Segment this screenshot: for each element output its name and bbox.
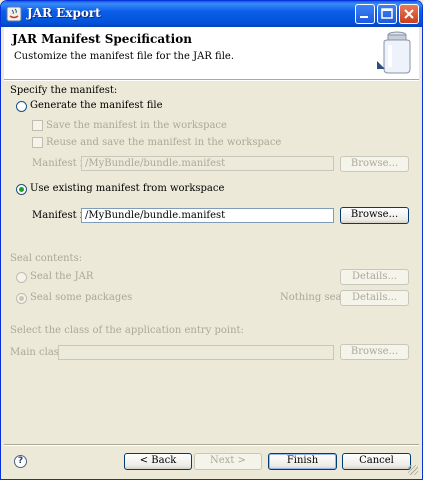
- close-button[interactable]: [399, 4, 419, 24]
- minimize-button[interactable]: [355, 4, 375, 24]
- title-bar[interactable]: JAR Export: [1, 1, 422, 27]
- next-button[interactable]: Next >: [194, 453, 262, 470]
- maximize-icon: [381, 8, 393, 19]
- minimize-icon: [360, 16, 368, 18]
- jar-icon: [377, 31, 411, 74]
- entry-point-label: Select the class of the application entr…: [10, 325, 244, 336]
- maximize-button[interactable]: [377, 4, 397, 24]
- seal-some-packages-label: Seal some packages: [30, 292, 133, 303]
- cancel-button[interactable]: Cancel: [342, 453, 411, 470]
- main-class-field[interactable]: [58, 345, 334, 360]
- wizard-banner: JAR Manifest Specification Customize the…: [4, 27, 419, 79]
- existing-manifest-file-field[interactable]: /MyBundle/bundle.manifest: [81, 208, 334, 223]
- back-button[interactable]: < Back: [124, 453, 192, 470]
- window-title: JAR Export: [27, 6, 101, 20]
- generate-browse-button[interactable]: Browse...: [340, 156, 409, 172]
- finish-button[interactable]: Finish: [268, 453, 337, 470]
- use-existing-manifest-label[interactable]: Use existing manifest from workspace: [30, 183, 224, 194]
- seal-jar-details-button[interactable]: Details...: [340, 269, 409, 285]
- main-class-browse-button[interactable]: Browse...: [340, 344, 409, 360]
- java-window-icon: [6, 6, 22, 22]
- reuse-manifest-label: Reuse and save the manifest in the works…: [46, 137, 282, 148]
- seal-jar-label: Seal the JAR: [30, 271, 94, 282]
- existing-browse-button[interactable]: Browse...: [340, 207, 409, 224]
- banner-divider: [4, 79, 419, 81]
- save-manifest-checkbox[interactable]: [32, 120, 43, 131]
- reuse-manifest-checkbox[interactable]: [32, 137, 43, 148]
- jar-export-dialog: JAR Export JAR Manifest Specification Cu…: [0, 0, 423, 480]
- resize-grip[interactable]: [408, 465, 418, 475]
- seal-some-details-button[interactable]: Details...: [340, 290, 409, 306]
- save-manifest-label: Save the manifest in the workspace: [46, 120, 227, 131]
- generate-manifest-radio[interactable]: [16, 101, 27, 112]
- footer-divider: [4, 444, 419, 446]
- close-icon: [404, 9, 414, 19]
- specify-manifest-label: Specify the manifest:: [10, 85, 118, 96]
- page-description: Customize the manifest file for the JAR …: [14, 51, 234, 62]
- generate-manifest-file-field[interactable]: /MyBundle/bundle.manifest: [81, 156, 334, 171]
- radio-selected-dot: [19, 296, 24, 301]
- seal-contents-label: Seal contents:: [10, 253, 83, 264]
- seal-jar-radio[interactable]: [16, 272, 27, 283]
- radio-selected-dot: [19, 187, 24, 192]
- seal-some-packages-radio[interactable]: [16, 293, 27, 304]
- generate-manifest-label[interactable]: Generate the manifest file: [30, 100, 163, 111]
- page-title: JAR Manifest Specification: [12, 32, 192, 46]
- help-icon[interactable]: ?: [14, 455, 27, 468]
- use-existing-manifest-radio[interactable]: [16, 184, 27, 195]
